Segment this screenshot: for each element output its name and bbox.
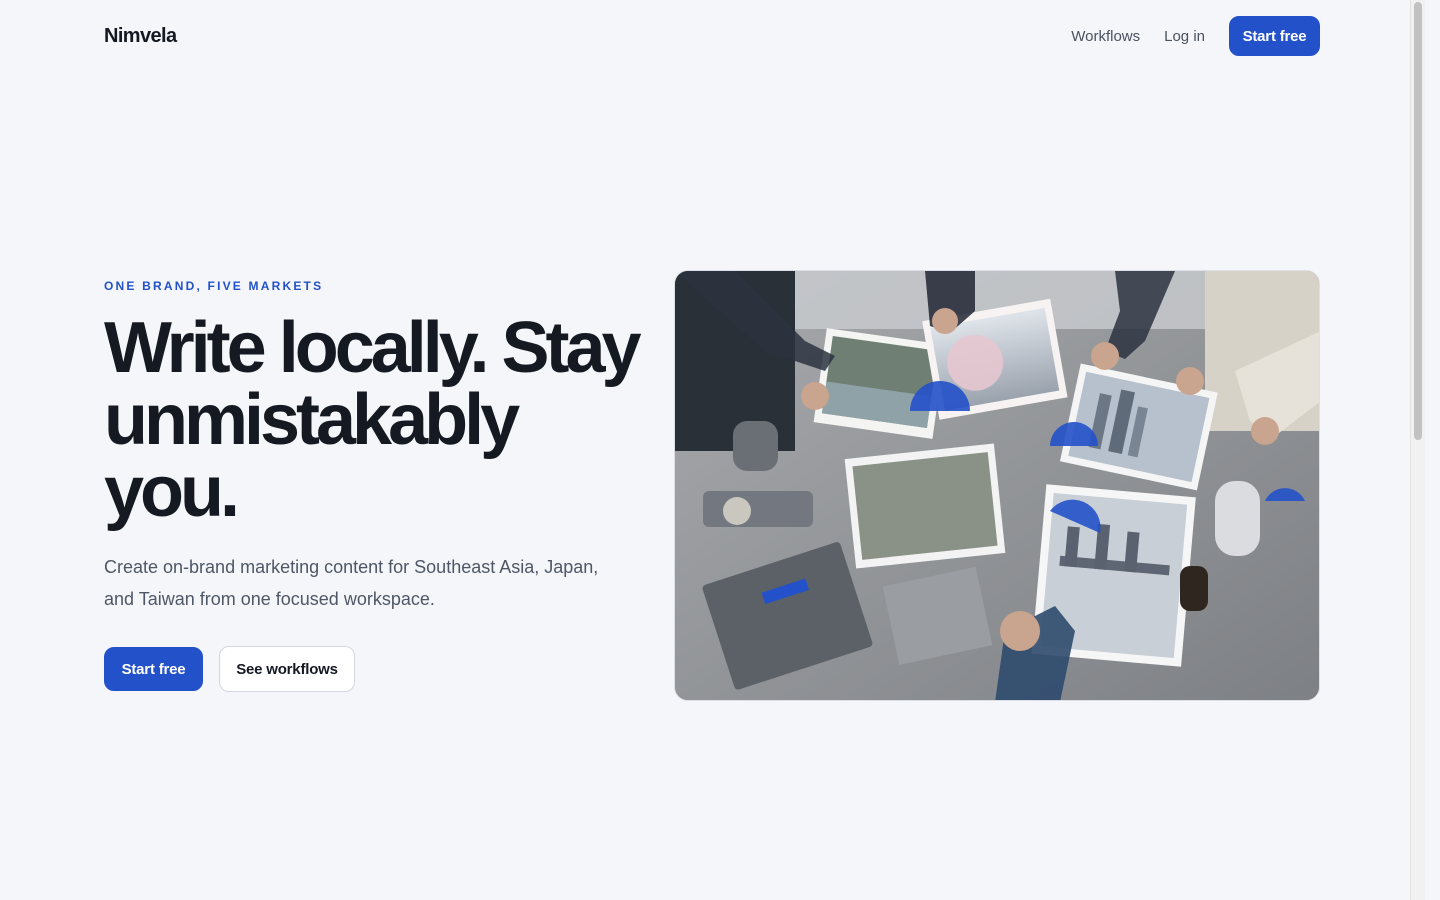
photo-print-1 (813, 328, 946, 439)
nav-link-login[interactable]: Log in (1164, 28, 1205, 45)
vertical-scrollbar[interactable] (1410, 0, 1425, 900)
site-header: Nimvela Workflows Log in Start free (104, 16, 1320, 56)
hero-subhead: Create on-brand marketing content for So… (104, 557, 599, 609)
photo-print-4 (844, 443, 1006, 569)
brand-logo[interactable]: Nimvela (104, 25, 177, 48)
hero-eyebrow: ONE BRAND, FIVE MARKETS (104, 279, 324, 293)
header-start-free-button[interactable]: Start free (1229, 16, 1320, 56)
hero-start-free-button[interactable]: Start free (104, 647, 203, 691)
hero-cta-row: Start free See workflows (104, 646, 355, 692)
landing-page: Nimvela Workflows Log in Start free ONE … (0, 0, 1425, 900)
photo-collaboration-table-icon (675, 271, 1319, 700)
top-nav: Workflows Log in Start free (1071, 16, 1320, 56)
scrollbar-thumb[interactable] (1414, 2, 1422, 440)
hero-headline: Write locally. Stay unmistakably you. (104, 308, 642, 532)
nav-link-workflows[interactable]: Workflows (1071, 28, 1140, 45)
hero-photo (674, 270, 1320, 701)
see-workflows-button[interactable]: See workflows (219, 646, 355, 692)
